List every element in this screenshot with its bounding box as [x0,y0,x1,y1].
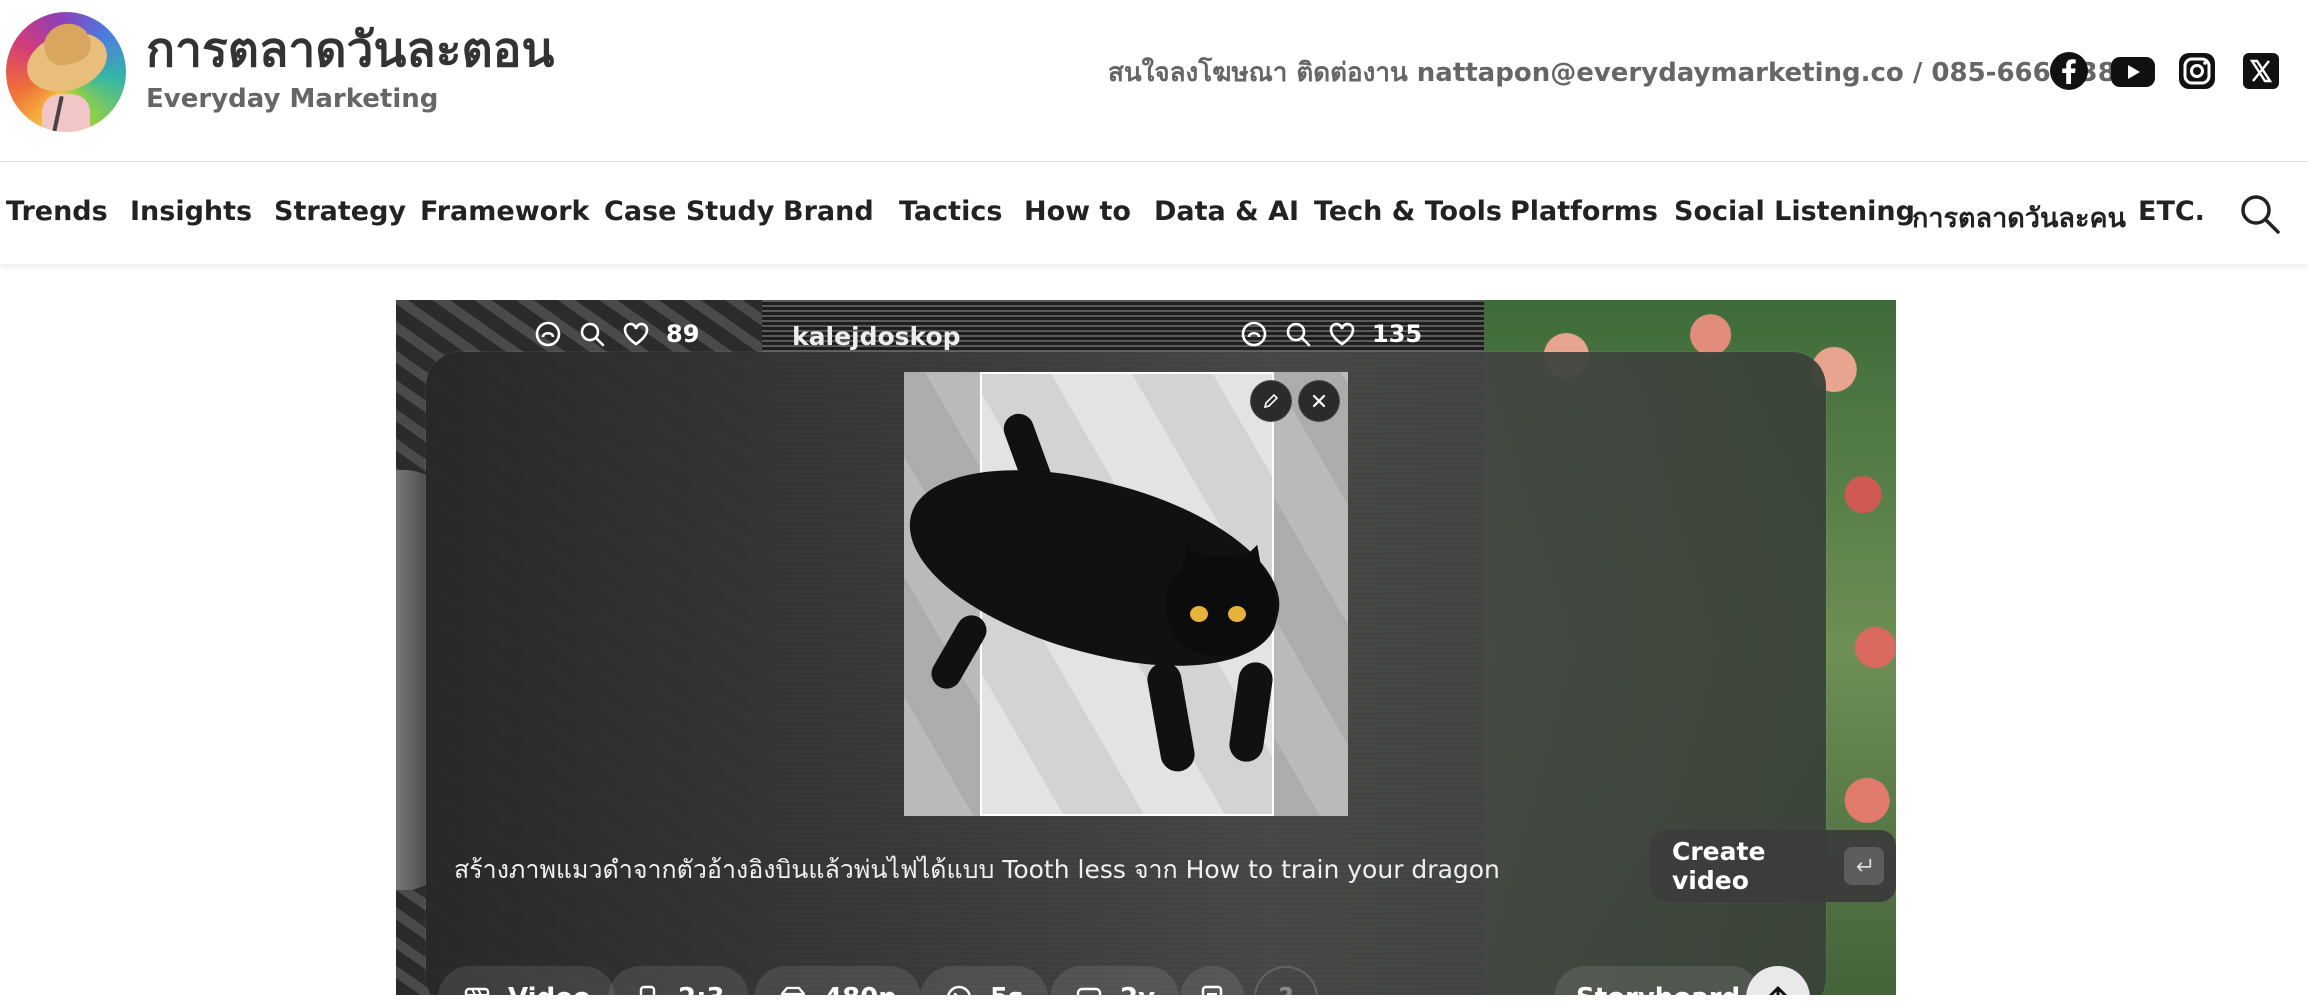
clock-icon [947,985,971,995]
nav-item-data-ai[interactable]: Data & AI [1154,196,1299,227]
arrow-up-icon [1768,986,1788,995]
variations-icon [1076,987,1102,995]
nav-item-platforms[interactable]: Platforms [1510,196,1658,227]
nav-item-framework[interactable]: Framework [420,196,589,227]
left-tile-meta: 89 [534,320,699,348]
like-count: 89 [666,320,700,348]
nav-item-insights[interactable]: Insights [130,196,252,227]
logo-figure [42,94,90,132]
presets-button[interactable] [1180,966,1244,995]
close-icon [1312,394,1326,408]
search-icon[interactable] [1284,320,1312,348]
duration-selector[interactable]: 5s [920,966,1048,995]
document-icon [1201,985,1223,995]
diamond-icon [780,986,806,995]
hero-area: 89 kalejdoskop 135 สร้างภาพแมวดำจากตัวอ้… [396,300,1896,995]
mode-label: Video [508,983,591,995]
pencil-icon [1263,393,1279,409]
aspect-ratio-label: 2:3 [678,983,725,995]
remix-icon[interactable] [534,320,562,348]
submit-button[interactable] [1746,966,1810,995]
variations-selector[interactable]: 2v [1050,966,1180,995]
nav-item-tactics[interactable]: Tactics [899,196,1002,227]
storyboard-button[interactable]: Storyboard [1554,966,1763,995]
instagram-icon[interactable] [2176,50,2218,92]
resolution-selector[interactable]: 480p [754,966,921,995]
nav-item-etc[interactable]: ETC. [2138,196,2205,227]
like-count: 135 [1372,320,1423,348]
phone-portrait-icon [639,985,656,995]
nav-item-strategy[interactable]: Strategy [274,196,406,227]
heart-icon[interactable] [622,320,650,348]
search-icon[interactable] [578,320,606,348]
cat-head [1166,556,1276,656]
creator-name[interactable]: kalejdoskop [792,322,961,351]
site-title[interactable]: การตลาดวันละตอน [146,20,554,80]
remix-icon[interactable] [1240,320,1268,348]
cat-eye-left [1190,606,1208,622]
reference-image[interactable] [904,372,1348,816]
youtube-icon[interactable] [2110,50,2156,92]
site-header: การตลาดวันละตอน Everyday Marketing สนใจล… [0,0,2308,162]
nav-item-how-to[interactable]: How to [1024,196,1131,227]
composer-panel: สร้างภาพแมวดำจากตัวอ้างอิงบินแล้วพ่นไฟได… [426,352,1826,995]
variations-label: 2v [1120,983,1155,995]
heart-icon[interactable] [1328,320,1356,348]
mode-selector[interactable]: Video [438,966,615,995]
remove-image-button[interactable] [1298,380,1340,422]
duration-label: 5s [990,983,1024,995]
contact-info: สนใจลงโฆษณา ติดต่องาน nattapon@everydaym… [1108,58,2134,88]
create-video-label: Create video [1672,837,1766,895]
nav-item-trends[interactable]: Trends [6,196,108,227]
facebook-icon[interactable] [2048,50,2090,92]
create-video-tooltip[interactable]: Create video [1650,830,1896,902]
nav-item-social-listening[interactable]: Social Listening [1674,196,1915,227]
prompt-input[interactable]: สร้างภาพแมวดำจากตัวอ้างอิงบินแล้วพ่นไฟได… [454,850,1500,890]
x-icon[interactable] [2240,50,2282,92]
video-icon [464,987,490,995]
middle-tile-meta: 135 [1240,320,1422,348]
help-button[interactable]: ? [1254,966,1318,995]
nav-item-everyday-people[interactable]: การตลาดวันละคน [1912,196,2126,239]
nav-item-tech-tools[interactable]: Tech & Tools [1314,196,1502,227]
help-label: ? [1278,983,1293,995]
aspect-ratio-selector[interactable]: 2:3 [608,966,749,995]
main-nav: Trends Insights Strategy Framework Case … [0,162,2308,264]
search-icon[interactable] [2238,192,2282,236]
nav-item-case-study[interactable]: Case Study [604,196,774,227]
enter-key-icon [1844,847,1884,885]
edit-image-button[interactable] [1250,380,1292,422]
site-subtitle: Everyday Marketing [146,84,439,114]
nav-item-brand[interactable]: Brand [783,196,874,227]
site-logo[interactable] [6,12,126,132]
resolution-label: 480p [824,983,897,995]
cat-eye-right [1228,606,1246,622]
storyboard-label: Storyboard [1576,983,1740,995]
